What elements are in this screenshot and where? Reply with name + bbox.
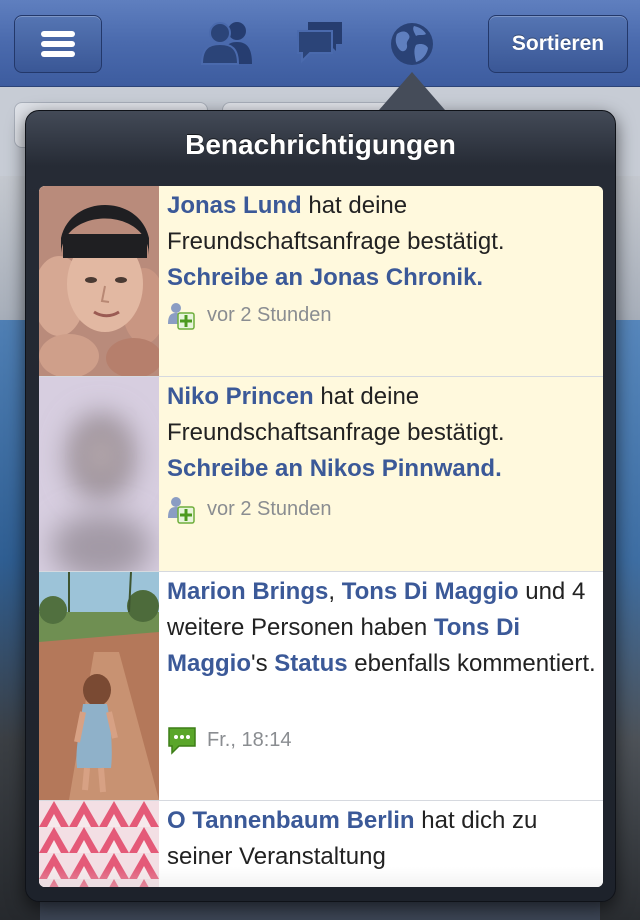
friend-added-icon	[168, 497, 195, 524]
notification-meta: Fr., 18:14	[167, 725, 292, 755]
avatar	[39, 572, 159, 800]
notification-text: Marion Brings, Tons Di Maggio und 4 weit…	[167, 574, 597, 682]
notification-time: Fr., 18:14	[207, 728, 292, 751]
notification-time: vor 2 Stunden	[207, 497, 332, 520]
notification-meta: vor 2 Stunden	[167, 300, 332, 330]
popover-title: Benachrichtigungen	[185, 129, 456, 160]
notification-item[interactable]: Jonas Lund hat deine Freundschaftsanfrag…	[39, 186, 603, 377]
notification-item[interactable]: Niko Princen hat deine Freundschaftsanfr…	[39, 377, 603, 572]
actor-link[interactable]: Niko Princen	[167, 383, 314, 410]
notification-text: O Tannenbaum Berlin hat dich zu seiner V…	[167, 803, 597, 875]
notification-time: vor 2 Stunden	[207, 303, 332, 326]
actor-link[interactable]: O Tannenbaum Berlin	[167, 807, 415, 834]
actor-link[interactable]: Tons Di Maggio	[342, 578, 519, 605]
avatar	[39, 186, 159, 376]
actor-link[interactable]: Jonas Lund	[167, 192, 302, 219]
comment-icon	[168, 727, 196, 755]
notification-body: ebenfalls kommentiert.	[347, 650, 596, 677]
actor-link[interactable]: Marion Brings	[167, 578, 328, 605]
target-link[interactable]: Status	[274, 650, 347, 677]
separator: ,	[328, 578, 342, 605]
friend-requests-icon[interactable]	[200, 18, 256, 66]
friend-added-icon	[168, 303, 195, 330]
notification-text: Jonas Lund hat deine Freundschaftsanfrag…	[167, 188, 597, 296]
cta-link[interactable]: Schreibe an Jonas Chronik.	[167, 264, 483, 291]
menu-button[interactable]	[14, 15, 102, 73]
scroll-fade	[39, 867, 603, 887]
notification-text: Niko Princen hat deine Freundschaftsanfr…	[167, 379, 597, 487]
sort-button[interactable]: Sortieren	[488, 15, 628, 73]
notifications-list[interactable]: Jonas Lund hat deine Freundschaftsanfrag…	[39, 186, 603, 887]
notifications-popover: Benachrichtigungen Jonas Lund hat deine …	[25, 110, 616, 902]
avatar	[39, 377, 159, 571]
messages-icon[interactable]	[296, 18, 346, 66]
globe-notifications-icon[interactable]	[388, 20, 436, 68]
possessive: 's	[251, 650, 275, 677]
notification-item[interactable]: Marion Brings, Tons Di Maggio und 4 weit…	[39, 572, 603, 801]
top-bar: Sortieren	[0, 0, 640, 87]
cta-link[interactable]: Schreibe an Nikos Pinnwand.	[167, 455, 502, 482]
notification-meta: vor 2 Stunden	[167, 494, 332, 524]
